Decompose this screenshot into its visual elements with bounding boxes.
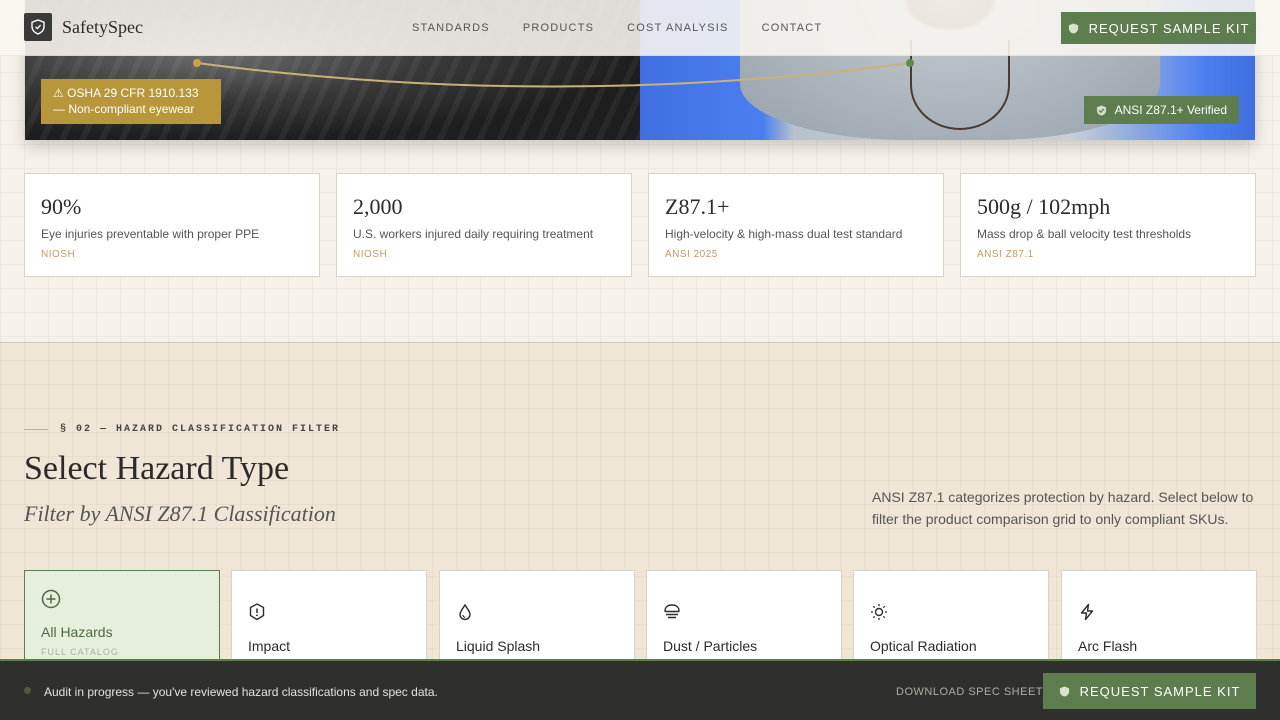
hazard-card-label: Dust / Particles (663, 638, 758, 654)
request-sample-kit-label: REQUEST SAMPLE KIT (1079, 683, 1241, 699)
section-eyebrow: § 02 — HAZARD CLASSIFICATION FILTER (24, 424, 340, 435)
stat-card: Z87.1+ High-velocity & high-mass dual te… (648, 173, 944, 277)
request-sample-kit-bottom-button[interactable]: REQUEST SAMPLE KIT (1043, 673, 1256, 709)
hazard-card-liquid-splash[interactable]: Liquid Splash (439, 570, 635, 670)
hazard-card-optical-radiation[interactable]: Optical Radiation (853, 570, 1049, 670)
shield-icon (1068, 22, 1078, 34)
hazard-card-dust-particles[interactable]: Dust / Particles (646, 570, 842, 670)
stat-label: Eye injuries preventable with proper PPE (41, 227, 260, 241)
nav-link-contact[interactable]: CONTACT (762, 22, 823, 34)
stat-card: 90% Eye injuries preventable with proper… (24, 173, 320, 277)
stat-source: ANSI Z87.1 (977, 249, 1034, 260)
plus-circle-icon (41, 589, 61, 609)
section-description: ANSI Z87.1 categorizes protection by haz… (872, 489, 1254, 527)
sun-icon (871, 604, 887, 620)
hazard-card-label: Liquid Splash (456, 638, 541, 654)
section-eyebrow-text: § 02 — HAZARD CLASSIFICATION FILTER (60, 424, 341, 435)
section-title: Select Hazard Type (24, 450, 290, 487)
verified-tag-label: ANSI Z87.1+ Verified (1114, 103, 1227, 117)
top-navigation: SafetySpec STANDARDS PRODUCTS COST ANALY… (0, 0, 1280, 56)
hazard-card-arc-flash[interactable]: Arc Flash (1061, 570, 1257, 670)
stat-card: 500g / 102mph Mass drop & ball velocity … (960, 173, 1256, 277)
shield-icon (1059, 685, 1069, 697)
alert-shield-icon (249, 603, 265, 621)
hazard-card-sub: FULL CATALOG (41, 647, 119, 657)
stat-value: 90% (41, 194, 82, 219)
check-shield-icon (1096, 104, 1106, 116)
dust-icon (664, 604, 680, 619)
section-subtitle: Filter by ANSI Z87.1 Classification (24, 501, 336, 526)
nav-link-standards[interactable]: STANDARDS (412, 22, 490, 34)
request-sample-kit-button[interactable]: REQUEST SAMPLE KIT (1061, 12, 1256, 44)
stat-value: 500g / 102mph (977, 194, 1111, 219)
nav-link-products[interactable]: PRODUCTS (523, 22, 594, 34)
request-sample-kit-label: REQUEST SAMPLE KIT (1088, 20, 1250, 36)
audit-status-text: Audit in progress — you've reviewed haza… (44, 685, 438, 699)
hazard-tag-line2: — Non-compliant eyewear (53, 102, 195, 116)
status-dot (24, 687, 31, 694)
stat-source: ANSI 2025 (665, 249, 718, 260)
nav-links: STANDARDS PRODUCTS COST ANALYSIS CONTACT (412, 22, 822, 34)
lightning-icon (1080, 603, 1094, 621)
verified-tag: ANSI Z87.1+ Verified (1083, 96, 1239, 124)
stat-source: NIOSH (41, 249, 76, 260)
noncompliant-hazard-tag: ⚠ OSHA 29 CFR 1910.133 — Non-compliant e… (41, 79, 221, 124)
stat-value: 2,000 (353, 194, 403, 219)
hazard-card-label: Optical Radiation (870, 638, 977, 654)
nav-link-cost-analysis[interactable]: COST ANALYSIS (627, 22, 728, 34)
hazard-card-impact[interactable]: Impact (231, 570, 427, 670)
stat-label: U.S. workers injured daily requiring tre… (353, 227, 594, 241)
stat-label: Mass drop & ball velocity test threshold… (977, 227, 1192, 241)
audit-progress-bar: Audit in progress — you've reviewed haza… (0, 659, 1280, 720)
hazard-card-all[interactable]: All Hazards FULL CATALOG (24, 570, 220, 670)
stat-card: 2,000 U.S. workers injured daily requiri… (336, 173, 632, 277)
logo[interactable] (24, 13, 52, 41)
hazard-tag-line1: ⚠ OSHA 29 CFR 1910.133 (53, 86, 199, 100)
stat-label: High-velocity & high-mass dual test stan… (665, 227, 903, 241)
shield-logo-icon (31, 19, 45, 35)
hazard-card-label: Arc Flash (1078, 638, 1138, 654)
stat-value: Z87.1+ (665, 194, 730, 219)
eyebrow-divider (24, 429, 48, 430)
hazard-card-label: Impact (248, 638, 291, 654)
droplet-icon (459, 603, 471, 621)
download-spec-sheet-link[interactable]: DOWNLOAD SPEC SHEET (896, 686, 1043, 698)
brand-name[interactable]: SafetySpec (62, 17, 143, 38)
hazard-card-label: All Hazards (41, 624, 113, 640)
stat-source: NIOSH (353, 249, 388, 260)
